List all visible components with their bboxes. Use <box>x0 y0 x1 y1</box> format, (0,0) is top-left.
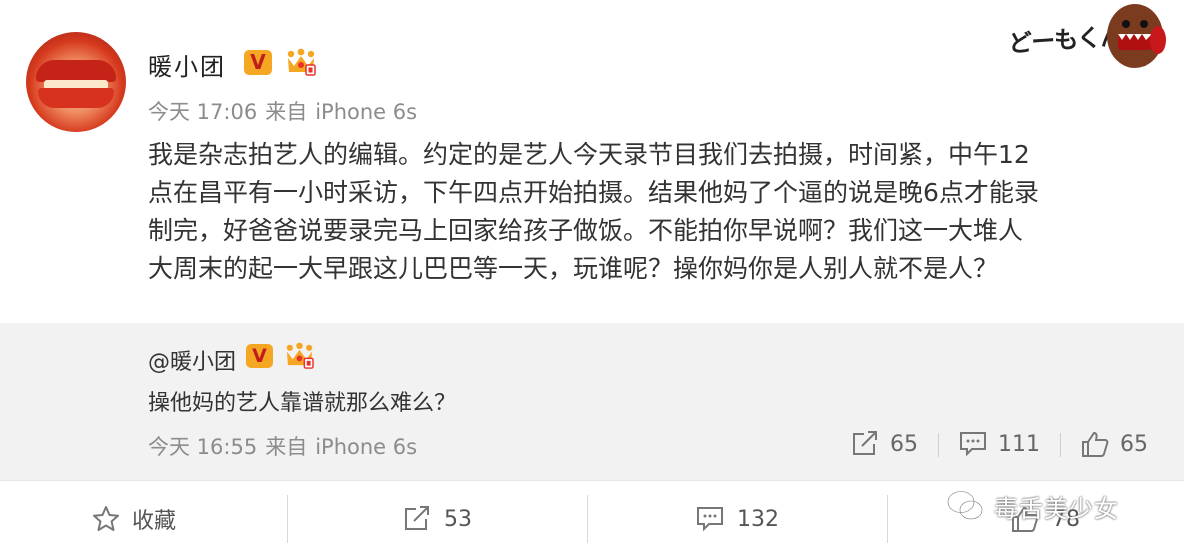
repost-count: 53 <box>444 506 472 532</box>
domo-character-icon <box>1107 4 1166 68</box>
crown-icon[interactable] <box>286 48 316 76</box>
star-icon <box>93 506 119 531</box>
quoted-repost-count: 65 <box>890 431 918 457</box>
post-source-prefix: 来自 <box>265 100 308 124</box>
watermark: 毒舌美少女 <box>946 486 1119 526</box>
quoted-comment-button[interactable]: 111 <box>958 427 1040 461</box>
comment-icon <box>697 507 723 532</box>
verified-badge[interactable]: V <box>244 50 272 75</box>
watermark-text: 毒舌美少女 <box>994 494 1119 523</box>
post-body-line: 制完，好爸爸说要录完马上回家给孩子做饭。不能拍你早说啊？我们这一大堆人 <box>148 216 1024 245</box>
quoted-like-count: 65 <box>1120 431 1148 457</box>
repost-icon <box>405 506 429 530</box>
quoted-like-button[interactable]: 65 <box>1080 427 1148 461</box>
thumbs-up-icon <box>1082 431 1109 457</box>
favorite-button[interactable]: 收藏 <box>92 481 176 556</box>
divider <box>887 495 888 543</box>
domo-logo: どーもくん <box>1002 0 1172 74</box>
post-body-line: 我是杂志拍艺人的编辑。约定的是艺人今天录节目我们去拍摄，时间紧，中午12 <box>148 140 1030 169</box>
quoted-source-prefix: 来自 <box>265 435 308 459</box>
quoted-repost-button[interactable]: 65 <box>850 427 918 461</box>
avatar-lips-bottom <box>38 88 114 108</box>
comment-button[interactable]: 132 <box>695 481 779 556</box>
comment-count: 132 <box>737 506 779 532</box>
quoted-username[interactable]: @暖小团 <box>148 344 236 376</box>
quoted-text: 操他妈的艺人靠谱就那么难么？ <box>148 391 457 416</box>
post-username[interactable]: 暖小团 <box>148 47 226 82</box>
favorite-label: 收藏 <box>132 509 177 534</box>
quoted-meta: 今天 16:55 来自 iPhone 6s <box>148 431 417 461</box>
post-body-line: 点在昌平有一小时采访，下午四点开始拍摄。结果他妈了个逼的说是晚6点才能录 <box>148 178 1039 207</box>
divider <box>587 495 588 543</box>
repost-icon <box>853 431 877 455</box>
comment-icon <box>960 432 986 457</box>
quoted-post[interactable]: @暖小团 V 操他妈的艺人靠谱就那么难么？ 今天 16:55 来自 iPhone 6… <box>0 323 1184 480</box>
divider <box>938 433 939 457</box>
post-body: 我是杂志拍艺人的编辑。约定的是艺人今天录节目我们去拍摄，时间紧，中午12 点在昌… <box>148 136 1158 288</box>
quoted-comment-count: 111 <box>998 431 1040 457</box>
divider <box>1060 433 1061 457</box>
repost-button[interactable]: 53 <box>402 481 472 556</box>
wechat-icon <box>946 490 984 521</box>
avatar-lips-top <box>36 60 116 82</box>
divider <box>287 495 288 543</box>
quoted-timestamp: 今天 16:55 <box>148 435 258 459</box>
crown-icon[interactable] <box>285 342 314 369</box>
weibo-post: 暖小团 V 今天 17:06 来自 iPhone 6s 我是杂志拍艺人的编辑。约定的… <box>0 0 1184 323</box>
post-meta: 今天 17:06 来自 iPhone 6s <box>148 96 417 126</box>
post-source[interactable]: iPhone 6s <box>315 100 417 124</box>
avatar[interactable] <box>26 32 126 132</box>
post-body-line: 大周末的起一大早跟这儿巴巴等一天，玩谁呢？操你妈你是人别人就不是人？ <box>148 254 999 283</box>
post-timestamp: 今天 17:06 <box>148 100 258 124</box>
quoted-source[interactable]: iPhone 6s <box>315 435 417 459</box>
quoted-verified-badge[interactable]: V <box>246 344 273 368</box>
